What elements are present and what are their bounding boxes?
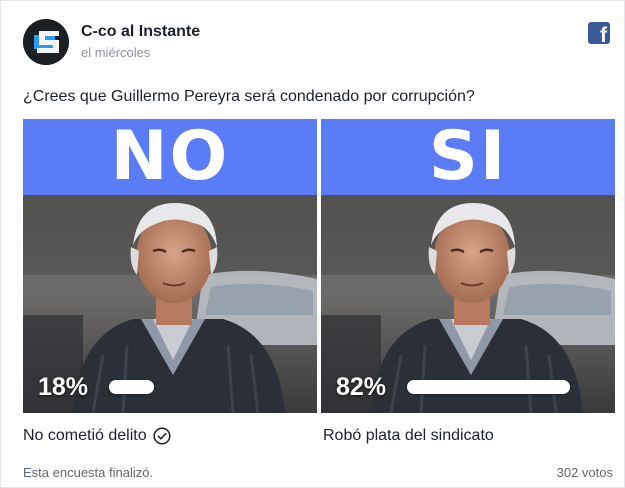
poll-question: ¿Crees que Guillermo Pereyra será conden… <box>23 88 475 105</box>
option-label-si[interactable]: Robó plata del sindicato <box>323 425 494 447</box>
vote-count[interactable]: 302 votos <box>557 464 613 482</box>
poll-post-card: C-co al Instante el miércoles f ¿Crees q… <box>0 0 625 488</box>
option-banner-text: SI <box>428 119 508 196</box>
post-timestamp[interactable]: el miércoles <box>81 44 200 62</box>
option-percent: 18% <box>38 373 89 401</box>
page-name-link[interactable]: C-co al Instante <box>81 22 200 42</box>
page-logo-icon[interactable] <box>23 19 69 65</box>
poll-option-si[interactable]: SI 82% <box>321 119 615 413</box>
poll-option-no[interactable]: NO 18% <box>23 119 317 413</box>
option-banner-text: NO <box>110 119 230 196</box>
option-banner: SI <box>321 119 615 195</box>
facebook-icon[interactable]: f <box>588 22 610 44</box>
post-header: C-co al Instante el miércoles <box>23 18 200 66</box>
option-label-text: No cometió delito <box>23 427 147 444</box>
page-meta: C-co al Instante el miércoles <box>81 22 200 62</box>
option-label-no[interactable]: No cometió delito <box>23 425 171 447</box>
option-label-text: Robó plata del sindicato <box>323 427 494 444</box>
option-result-bar <box>109 380 154 394</box>
option-result-bar <box>407 380 570 394</box>
option-banner: NO <box>23 119 317 195</box>
option-percent: 82% <box>336 373 387 401</box>
poll-status: Esta encuesta finalizó. <box>23 465 154 480</box>
checkmark-circle-icon <box>153 427 171 445</box>
